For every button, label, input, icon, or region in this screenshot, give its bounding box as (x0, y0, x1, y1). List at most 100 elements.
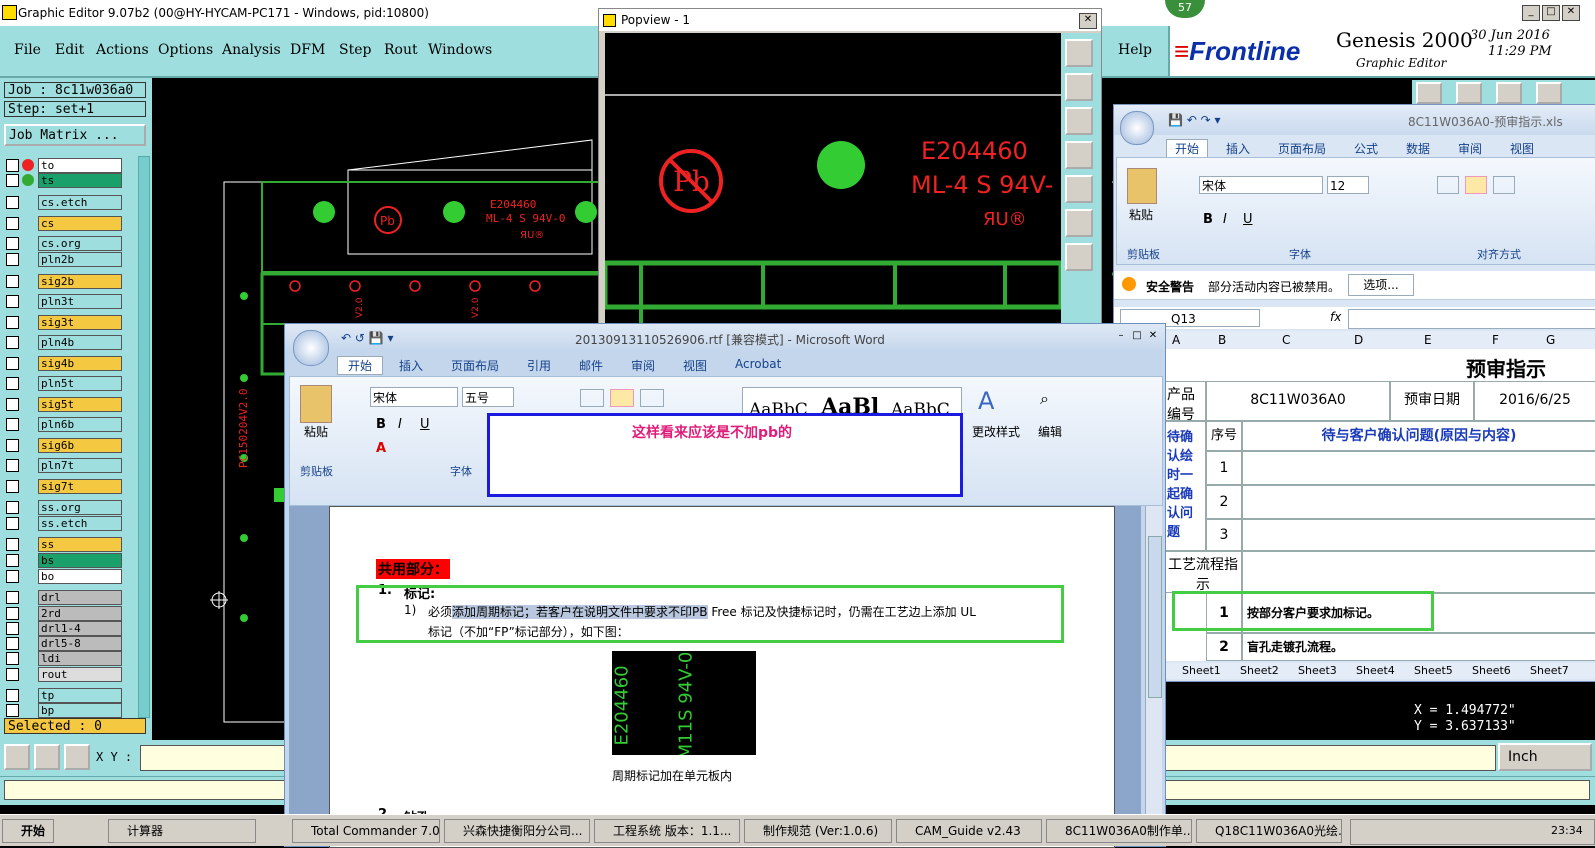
col-g[interactable]: G (1546, 333, 1555, 347)
word-tab-acrobat[interactable]: Acrobat (735, 357, 781, 371)
layer-name[interactable]: ss.etch (38, 516, 122, 531)
excel-quick-access[interactable]: 💾 ↶ ↷ ▾ (1168, 113, 1221, 127)
multilevel-list-icon[interactable] (639, 389, 664, 407)
layer-name[interactable]: to (38, 158, 122, 173)
layer-checkbox[interactable] (6, 591, 19, 604)
menu-help[interactable]: Help (1118, 42, 1152, 58)
word-scroll-thumb[interactable] (1148, 536, 1162, 698)
bullet-list-icon[interactable] (580, 389, 604, 407)
layer-row[interactable]: rout (6, 667, 122, 682)
layer-row[interactable]: sig3t (6, 315, 122, 330)
menu-dfm[interactable]: DFM (290, 42, 325, 58)
popview-canvas[interactable]: Pb E204460 ML-4 S 94V- ЯU® (605, 33, 1061, 329)
menu-rout[interactable]: Rout (384, 42, 418, 58)
tool-button-4[interactable] (1536, 82, 1562, 104)
layer-checkbox[interactable] (6, 704, 19, 717)
align-bottom-icon[interactable] (1492, 176, 1515, 194)
layer-checkbox[interactable] (6, 357, 19, 370)
word-minimize-button[interactable]: – (1113, 330, 1129, 344)
excel-tab-layout[interactable]: 页面布局 (1278, 140, 1326, 157)
word-tab-references[interactable]: 引用 (527, 357, 551, 374)
layer-name[interactable]: sig2b (38, 274, 122, 289)
word-maximize-button[interactable]: □ (1129, 330, 1145, 344)
word-tab-home[interactable]: 开始 (337, 356, 384, 375)
layer-name[interactable]: ss (38, 537, 122, 552)
layer-checkbox[interactable] (6, 607, 19, 620)
layer-name[interactable]: 2rd (38, 606, 122, 621)
task-spec[interactable]: 制作规范 (Ver:1.0.6) (744, 819, 892, 843)
popview-fit-button[interactable] (1065, 209, 1093, 237)
layer-checkbox[interactable] (6, 336, 19, 349)
layer-name[interactable]: bp (38, 703, 122, 718)
menu-actions[interactable]: Actions (96, 42, 149, 58)
layer-name[interactable]: pln5t (38, 376, 122, 391)
excel-font-name[interactable]: 宋体 (1199, 176, 1323, 194)
edit-label[interactable]: 编辑 (1038, 423, 1062, 440)
change-styles-label[interactable]: 更改样式 (972, 423, 1020, 440)
grid-tool-button[interactable] (64, 744, 90, 770)
word-tab-insert[interactable]: 插入 (399, 357, 423, 374)
excel-tab-review[interactable]: 审阅 (1458, 140, 1482, 157)
layer-name[interactable]: tp (38, 688, 122, 703)
excel-bold-button[interactable]: B (1203, 212, 1213, 227)
layer-row[interactable]: drl1-4 (6, 621, 122, 636)
layer-name[interactable]: drl5-8 (38, 636, 122, 651)
popview-pan-down-button[interactable] (1065, 107, 1093, 135)
word-list-buttons[interactable] (580, 389, 720, 409)
word-underline-button[interactable]: U (420, 417, 430, 432)
layer-row[interactable]: pln2b (6, 252, 122, 267)
task-cam-guide[interactable]: CAM_Guide v2.43 (896, 819, 1042, 843)
layer-row[interactable]: bp (6, 703, 122, 718)
layer-row[interactable]: pln5t (6, 376, 122, 391)
excel-underline-button[interactable]: U (1243, 212, 1253, 227)
align-middle-icon[interactable] (1464, 176, 1487, 194)
popview-pan-left-button[interactable] (1065, 141, 1093, 169)
word-close-button[interactable]: ✕ (1145, 330, 1161, 344)
word-quick-access[interactable]: ↶ ↺ 💾 ▾ (341, 331, 394, 345)
word-tab-review[interactable]: 审阅 (631, 357, 655, 374)
measure-tool-button[interactable] (34, 744, 60, 770)
layer-checkbox[interactable] (6, 196, 19, 209)
layer-row[interactable]: tp (6, 688, 122, 703)
layer-name[interactable]: pln2b (38, 252, 122, 267)
excel-font-size[interactable]: 12 (1327, 176, 1369, 194)
layer-row[interactable]: pln7t (6, 458, 122, 473)
align-top-icon[interactable] (1437, 176, 1459, 194)
popview-pan-right-button[interactable] (1065, 175, 1093, 203)
layer-checkbox[interactable] (6, 439, 19, 452)
sheet-tab-2[interactable]: Sheet2 (1240, 664, 1279, 677)
numbered-list-icon[interactable] (609, 389, 634, 407)
row-3-issue[interactable] (1242, 519, 1595, 551)
menu-file[interactable]: File (14, 42, 41, 58)
layer-row[interactable]: cs.etch (6, 195, 122, 210)
layer-name[interactable]: cs.etch (38, 195, 122, 210)
layer-name[interactable]: ss.org (38, 500, 122, 515)
layer-name[interactable]: pln3t (38, 294, 122, 309)
sheet-tab-1[interactable]: Sheet1 (1182, 664, 1221, 677)
layer-checkbox[interactable] (6, 538, 19, 551)
word-bold-button[interactable]: B (376, 417, 386, 432)
layer-row[interactable]: ss (6, 537, 122, 552)
layer-checkbox[interactable] (6, 689, 19, 702)
layer-checkbox[interactable] (6, 295, 19, 308)
layer-checkbox[interactable] (6, 637, 19, 650)
sheet-grid[interactable]: 预审指示 产品编号 8C11W036A0 预审日期 2016/6/25 待确认绘… (1164, 349, 1595, 661)
layer-row[interactable]: cs.org (6, 236, 122, 251)
start-button[interactable]: 开始 (2, 819, 54, 843)
word-tab-layout[interactable]: 页面布局 (451, 357, 499, 374)
task-photoplot[interactable]: Q18C11W036A0光绘... (1196, 819, 1342, 843)
layer-row[interactable]: sig2b (6, 274, 122, 289)
sheet-tab-7[interactable]: Sheet7 (1530, 664, 1569, 677)
word-font-color-button[interactable]: A (376, 441, 386, 456)
sheet-tab-5[interactable]: Sheet5 (1414, 664, 1453, 677)
layer-name[interactable]: sig7t (38, 479, 122, 494)
layer-row[interactable]: to (6, 158, 122, 173)
layer-name[interactable]: pln7t (38, 458, 122, 473)
layer-row[interactable]: sig4b (6, 356, 122, 371)
sheet-tab-3[interactable]: Sheet3 (1298, 664, 1337, 677)
layer-name[interactable]: cs.org (38, 236, 122, 251)
word-paste-icon[interactable] (300, 385, 332, 423)
task-engineering-system[interactable]: 工程系统 版本：1.1... (594, 819, 740, 843)
layer-row[interactable]: bo (6, 569, 122, 584)
layer-row[interactable]: ss.org (6, 500, 122, 515)
